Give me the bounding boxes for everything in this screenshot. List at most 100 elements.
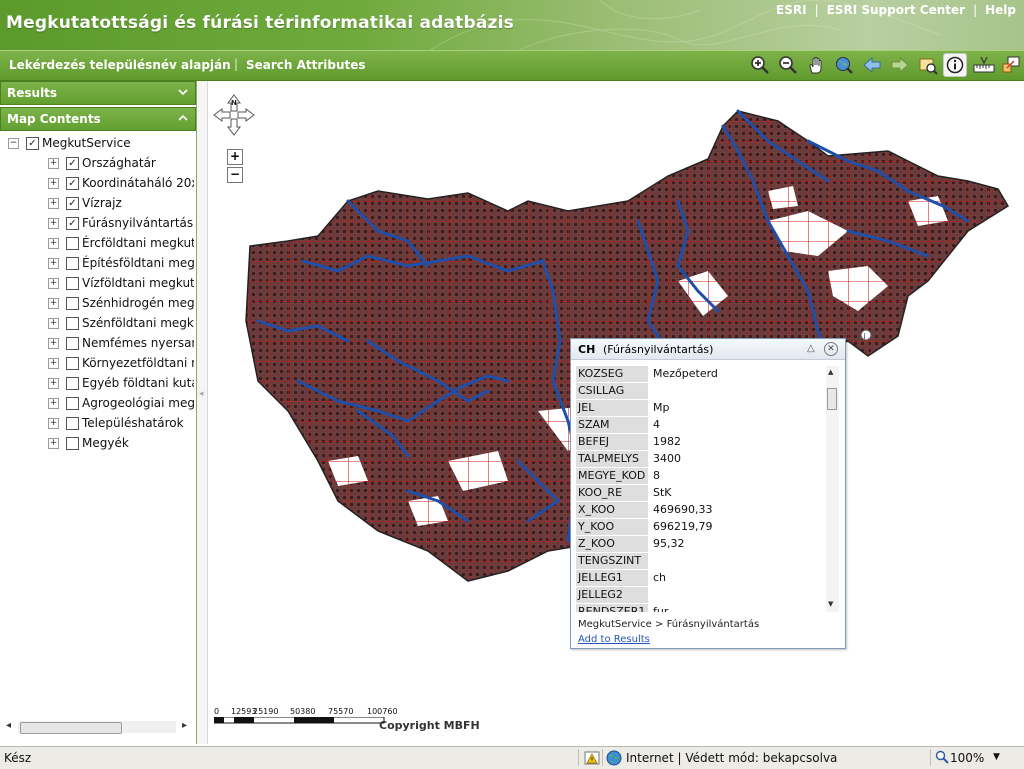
layer-visibility-checkbox[interactable] [66,257,79,270]
expand-icon[interactable]: + [48,298,59,309]
esri-link[interactable]: ESRI [776,3,807,17]
attribute-value: 4 [653,418,660,431]
zoom-in-button[interactable] [748,53,772,77]
service-checkbox[interactable]: ✓ [26,137,39,150]
identify-button[interactable] [943,53,967,77]
expand-icon[interactable]: + [48,258,59,269]
expand-icon[interactable]: + [48,438,59,449]
expand-icon[interactable]: + [48,378,59,389]
task-separator: | [234,57,239,71]
full-extent-button[interactable] [832,53,856,77]
attribute-name: KOZSEG [576,366,648,383]
chevron-down-icon[interactable] [177,86,189,101]
layer-visibility-checkbox[interactable]: ✓ [66,177,79,190]
map-contents-panel-title: Map Contents [7,112,101,126]
task-search-attributes[interactable]: Search Attributes [246,58,366,72]
attribute-name: JEL [576,400,648,417]
attribute-vertical-scrollbar[interactable]: ▲ ▼ [826,366,839,612]
scroll-up-icon[interactable]: ▲ [828,368,833,376]
expand-icon[interactable]: + [48,218,59,229]
expand-icon[interactable]: + [48,198,59,209]
scroll-down-icon[interactable]: ▼ [828,600,833,608]
layer-visibility-checkbox[interactable] [66,237,79,250]
forward-button[interactable] [888,53,912,77]
attribute-value: 8 [653,469,660,482]
layer-visibility-checkbox[interactable] [66,337,79,350]
header-links: ESRI | ESRI Support Center | Help [776,3,1016,17]
results-panel-title: Results [7,86,58,100]
expand-icon[interactable]: + [48,338,59,349]
layer-label: Szénhidrogén megk [82,296,194,310]
layer-visibility-checkbox[interactable] [66,377,79,390]
add-to-results-link[interactable]: Add to Results [578,634,650,645]
layer-visibility-checkbox[interactable] [66,397,79,410]
scroll-right-icon[interactable]: ▸ [182,720,187,731]
layer-visibility-checkbox[interactable]: ✓ [66,157,79,170]
overview-button[interactable] [999,53,1023,77]
scrollbar-thumb[interactable] [827,388,837,410]
minimize-icon[interactable]: △ [807,343,815,354]
scale-label: 100760 [367,707,398,716]
expand-icon[interactable]: + [48,398,59,409]
pan-button[interactable] [804,53,828,77]
attribute-name: CSILLAG [576,383,648,400]
popup-header[interactable]: CH (Fúrásnyilvántartás) △ ✕ [571,339,845,360]
layer-visibility-checkbox[interactable] [66,357,79,370]
zoom-level[interactable]: 100% [950,751,984,765]
scrollbar-thumb[interactable] [20,722,122,734]
attribute-row: TENGSZINT [576,553,824,570]
status-divider [602,749,603,766]
map-zoom-out-button[interactable]: − [227,167,243,183]
toc-service-row: − ✓ MegkutService [0,135,194,153]
attribute-value: 1982 [653,435,681,448]
compass-pan-icon[interactable]: N [212,93,256,137]
security-zone-text[interactable]: Internet | Védett mód: bekapcsolva [626,751,837,765]
map-window-button[interactable] [916,53,940,77]
attribute-name: KOO_RE [576,485,648,502]
splitter-grip-icon[interactable]: ◂ [199,389,204,399]
close-icon[interactable]: ✕ [824,342,838,356]
expand-icon[interactable]: + [48,238,59,249]
toc-layer-row: + Szénföldtani megku [0,315,194,333]
expand-icon[interactable]: + [48,318,59,329]
collapse-icon[interactable]: − [8,138,19,149]
task-query-by-settlement[interactable]: Lekérdezés településnév alapján [9,58,231,72]
attribute-row: RENDSZER1 fur [576,604,824,612]
warning-icon[interactable] [584,750,600,769]
map-window-icon [919,58,938,75]
layer-visibility-checkbox[interactable] [66,297,79,310]
measure-button[interactable] [972,53,996,77]
map-zoom-in-button[interactable]: + [227,149,243,165]
compass-north-label: N [231,99,237,107]
layer-label: Szénföldtani megku [82,316,194,330]
back-button[interactable] [860,53,884,77]
expand-icon[interactable]: + [48,158,59,169]
scroll-left-icon[interactable]: ◂ [6,720,11,731]
popup-layer-title: (Fúrásnyilvántartás) [603,343,714,356]
tree-horizontal-scrollbar[interactable]: ◂ ▸ [4,719,190,735]
layer-label: Koordinátaháló 20x [82,176,194,190]
expand-icon[interactable]: + [48,178,59,189]
expand-icon[interactable]: + [48,418,59,429]
layer-visibility-checkbox[interactable] [66,417,79,430]
chevron-up-icon[interactable] [177,112,189,127]
layer-visibility-checkbox[interactable] [66,317,79,330]
help-link[interactable]: Help [985,3,1016,17]
esri-support-center-link[interactable]: ESRI Support Center [827,3,965,17]
expand-icon[interactable]: + [48,358,59,369]
identify-location-marker[interactable] [860,329,872,341]
layer-visibility-checkbox[interactable] [66,277,79,290]
attribute-row: Z_KOO 95,32 [576,536,824,553]
layer-visibility-checkbox[interactable]: ✓ [66,217,79,230]
zoom-out-button[interactable] [776,53,800,77]
layer-visibility-checkbox[interactable] [66,437,79,450]
panel-splitter[interactable]: ◂ [197,81,208,744]
layer-visibility-checkbox[interactable]: ✓ [66,197,79,210]
map-contents-panel-header[interactable]: Map Contents [0,107,196,131]
zoom-dropdown-icon[interactable]: ▼ [993,752,1000,762]
attribute-row: TALPMELYS 3400 [576,451,824,468]
attribute-row: SZAM 4 [576,417,824,434]
attribute-row: JEL Mp [576,400,824,417]
results-panel-header[interactable]: Results [0,81,196,105]
expand-icon[interactable]: + [48,278,59,289]
